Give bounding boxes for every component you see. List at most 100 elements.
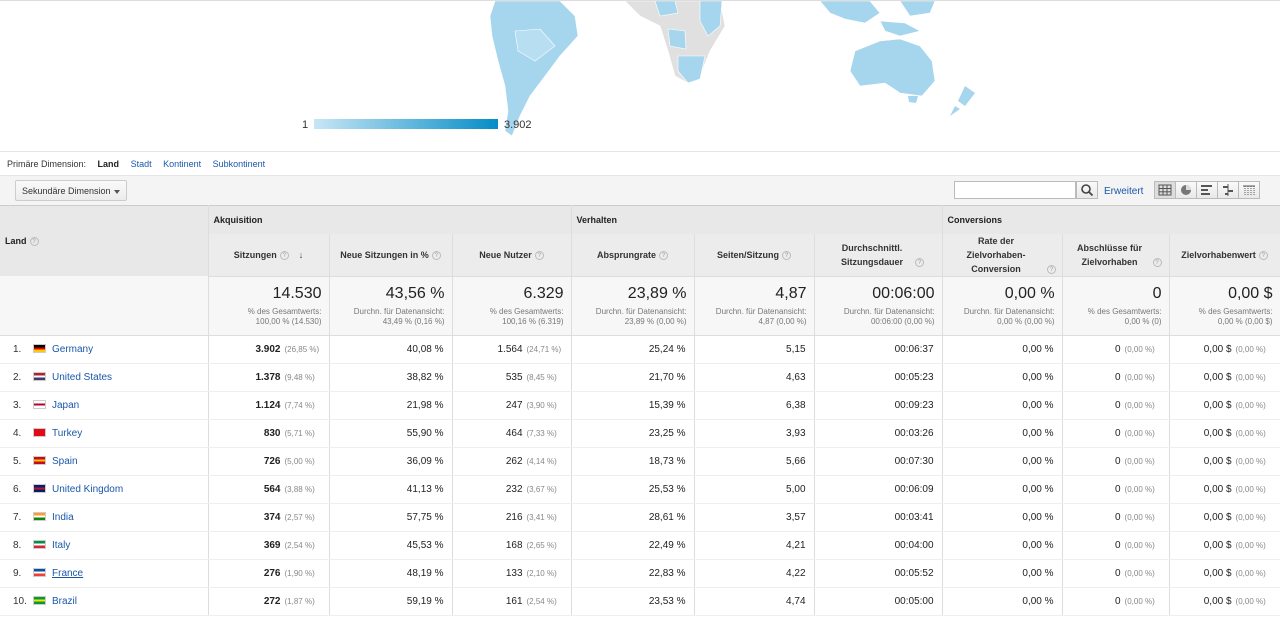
search-button[interactable] xyxy=(1076,181,1098,199)
column-header-new-users[interactable]: Neue Nutzer? xyxy=(452,233,572,277)
bounce-rate-cell: 22,49 % xyxy=(571,531,695,560)
column-header-bounce-rate[interactable]: Absprungrate? xyxy=(571,233,695,277)
view-performance-button[interactable] xyxy=(1196,181,1218,199)
view-table-button[interactable] xyxy=(1154,181,1176,199)
geo-map[interactable]: 1 3.902 xyxy=(0,0,1280,150)
country-link[interactable]: Spain xyxy=(52,456,78,467)
comparison-icon xyxy=(1223,184,1233,196)
new-users-share: (7,33 %) xyxy=(526,428,557,438)
goal-value-cell: 0,00 $ (0,00 %) xyxy=(1169,363,1280,392)
conversion-rate-cell: 0,00 % xyxy=(942,503,1063,532)
land-cell: 4. Turkey xyxy=(0,419,209,448)
column-header-goal-completions[interactable]: Abschlüsse für Zielvorhaben? xyxy=(1062,233,1170,277)
legend-min-label: 1 xyxy=(302,119,309,131)
country-link[interactable]: India xyxy=(52,512,74,523)
goal-value-share: (0,00 %) xyxy=(1235,568,1266,578)
country-link[interactable]: United Kingdom xyxy=(52,484,123,495)
column-header-sessions[interactable]: Sitzungen? ↓ xyxy=(208,233,330,277)
view-comparison-button[interactable] xyxy=(1217,181,1239,199)
totals-cell: 6.329 % des Gesamtwerts: 100,16 % (6.319) xyxy=(452,276,572,336)
help-icon[interactable]: ? xyxy=(279,250,289,260)
grid-icon xyxy=(1158,184,1172,196)
dimension-kontinent[interactable]: Kontinent xyxy=(163,159,201,169)
goal-value-share: (0,00 %) xyxy=(1235,596,1266,606)
help-icon[interactable]: ? xyxy=(431,250,441,260)
table-search-input[interactable] xyxy=(954,181,1076,199)
bounce-rate-cell: 25,53 % xyxy=(571,475,695,504)
new-sessions-cell: 36,09 % xyxy=(329,447,453,476)
help-icon[interactable]: ? xyxy=(659,250,669,260)
country-link[interactable]: Italy xyxy=(52,540,70,551)
view-pie-button[interactable] xyxy=(1175,181,1197,199)
column-header-land[interactable]: Land? xyxy=(0,205,209,276)
flag-icon xyxy=(33,484,46,494)
new-users-value: 247 xyxy=(505,399,523,411)
sessions-cell: 3.902 (26,85 %) xyxy=(208,335,330,364)
new-users-value: 464 xyxy=(505,427,523,439)
new-sessions-cell: 21,98 % xyxy=(329,391,453,420)
total-sublabel: % des Gesamtwerts: xyxy=(1087,306,1162,316)
goal-value-share: (0,00 %) xyxy=(1235,372,1266,382)
goal-completions-cell: 0 (0,00 %) xyxy=(1062,503,1170,532)
total-value: 43,56 % xyxy=(385,284,445,302)
table-row: 1. Germany 3.902 (26,85 %) 40,08 % 1.564 (24,7… xyxy=(0,335,1280,364)
country-link[interactable]: Japan xyxy=(52,400,79,411)
goal-completions-share: (0,00 %) xyxy=(1124,484,1155,494)
bounce-rate-cell: 25,24 % xyxy=(571,335,695,364)
column-header-conversion-rate[interactable]: Rate der Zielvorhaben-Conversion? xyxy=(942,233,1063,277)
total-sublabel: Durchn. für Datenansicht: xyxy=(353,306,445,316)
country-link[interactable]: Brazil xyxy=(52,596,77,607)
country-link[interactable]: United States xyxy=(52,372,112,383)
totals-cell: 14.530 % des Gesamtwerts: 100,00 % (14.530… xyxy=(208,276,330,336)
totals-cell: 4,87 Durchn. für Datenansicht: 4,87 (0,00 … xyxy=(694,276,815,336)
help-icon[interactable]: ? xyxy=(1258,250,1268,260)
sessions-value: 726 xyxy=(263,455,281,467)
column-header-goal-value[interactable]: Zielvorhabenwert? xyxy=(1169,233,1280,277)
column-header-new-sessions[interactable]: Neue Sitzungen in %? xyxy=(329,233,453,277)
secondary-dimension-dropdown[interactable]: Sekundäre Dimension xyxy=(15,180,127,201)
help-icon[interactable]: ? xyxy=(1152,257,1162,267)
goal-value-share: (0,00 %) xyxy=(1235,484,1266,494)
goal-completions-cell: 0 (0,00 %) xyxy=(1062,531,1170,560)
goal-completions-cell: 0 (0,00 %) xyxy=(1062,475,1170,504)
total-value: 14.530 xyxy=(272,284,322,302)
goal-completions-value: 0 xyxy=(1114,371,1121,383)
sessions-value: 276 xyxy=(263,567,281,579)
sort-down-icon[interactable]: ↓ xyxy=(299,250,304,260)
new-users-cell: 1.564 (24,71 %) xyxy=(452,335,572,364)
conversion-rate-cell: 0,00 % xyxy=(942,559,1063,588)
country-link[interactable]: France xyxy=(52,568,83,579)
column-header-pages-per-session[interactable]: Seiten/Sitzung? xyxy=(694,233,815,277)
dimension-stadt[interactable]: Stadt xyxy=(131,159,152,169)
dimension-land[interactable]: Land xyxy=(98,159,120,169)
map-australia[interactable] xyxy=(849,38,936,97)
help-icon[interactable]: ? xyxy=(534,250,544,260)
goal-completions-share: (0,00 %) xyxy=(1124,456,1155,466)
country-link[interactable]: Turkey xyxy=(52,428,82,439)
total-sublabel: % des Gesamtwerts: xyxy=(1198,306,1273,316)
duration-cell: 00:05:52 xyxy=(814,559,943,588)
advanced-filter-link[interactable]: Erweitert xyxy=(1104,186,1143,197)
column-header-avg-duration[interactable]: Durchschnittl. Sitzungsdauer? xyxy=(814,233,943,277)
view-switcher xyxy=(1154,181,1260,199)
goal-value-cell: 0,00 $ (0,00 %) xyxy=(1169,335,1280,364)
map-south-america[interactable] xyxy=(489,1,579,137)
totals-cell: 43,56 % Durchn. für Datenansicht: 43,49 % … xyxy=(329,276,453,336)
country-link[interactable]: Germany xyxy=(52,344,93,355)
help-icon[interactable]: ? xyxy=(1047,264,1057,274)
goal-value-value: 0,00 $ xyxy=(1203,595,1232,607)
goal-value-cell: 0,00 $ (0,00 %) xyxy=(1169,391,1280,420)
view-pivot-button[interactable] xyxy=(1238,181,1260,199)
flag-icon xyxy=(33,540,46,550)
help-icon[interactable]: ? xyxy=(915,257,925,267)
duration-cell: 00:09:23 xyxy=(814,391,943,420)
help-icon[interactable]: ? xyxy=(29,237,39,247)
pages-per-session-cell: 4,74 xyxy=(694,587,815,616)
help-icon[interactable]: ? xyxy=(782,250,792,260)
goal-value-value: 0,00 $ xyxy=(1203,399,1232,411)
new-users-value: 168 xyxy=(505,539,523,551)
goal-value-share: (0,00 %) xyxy=(1235,400,1266,410)
dimension-subkontinent[interactable]: Subkontinent xyxy=(213,159,266,169)
pages-per-session-cell: 3,93 xyxy=(694,419,815,448)
row-number: 4. xyxy=(13,427,22,439)
